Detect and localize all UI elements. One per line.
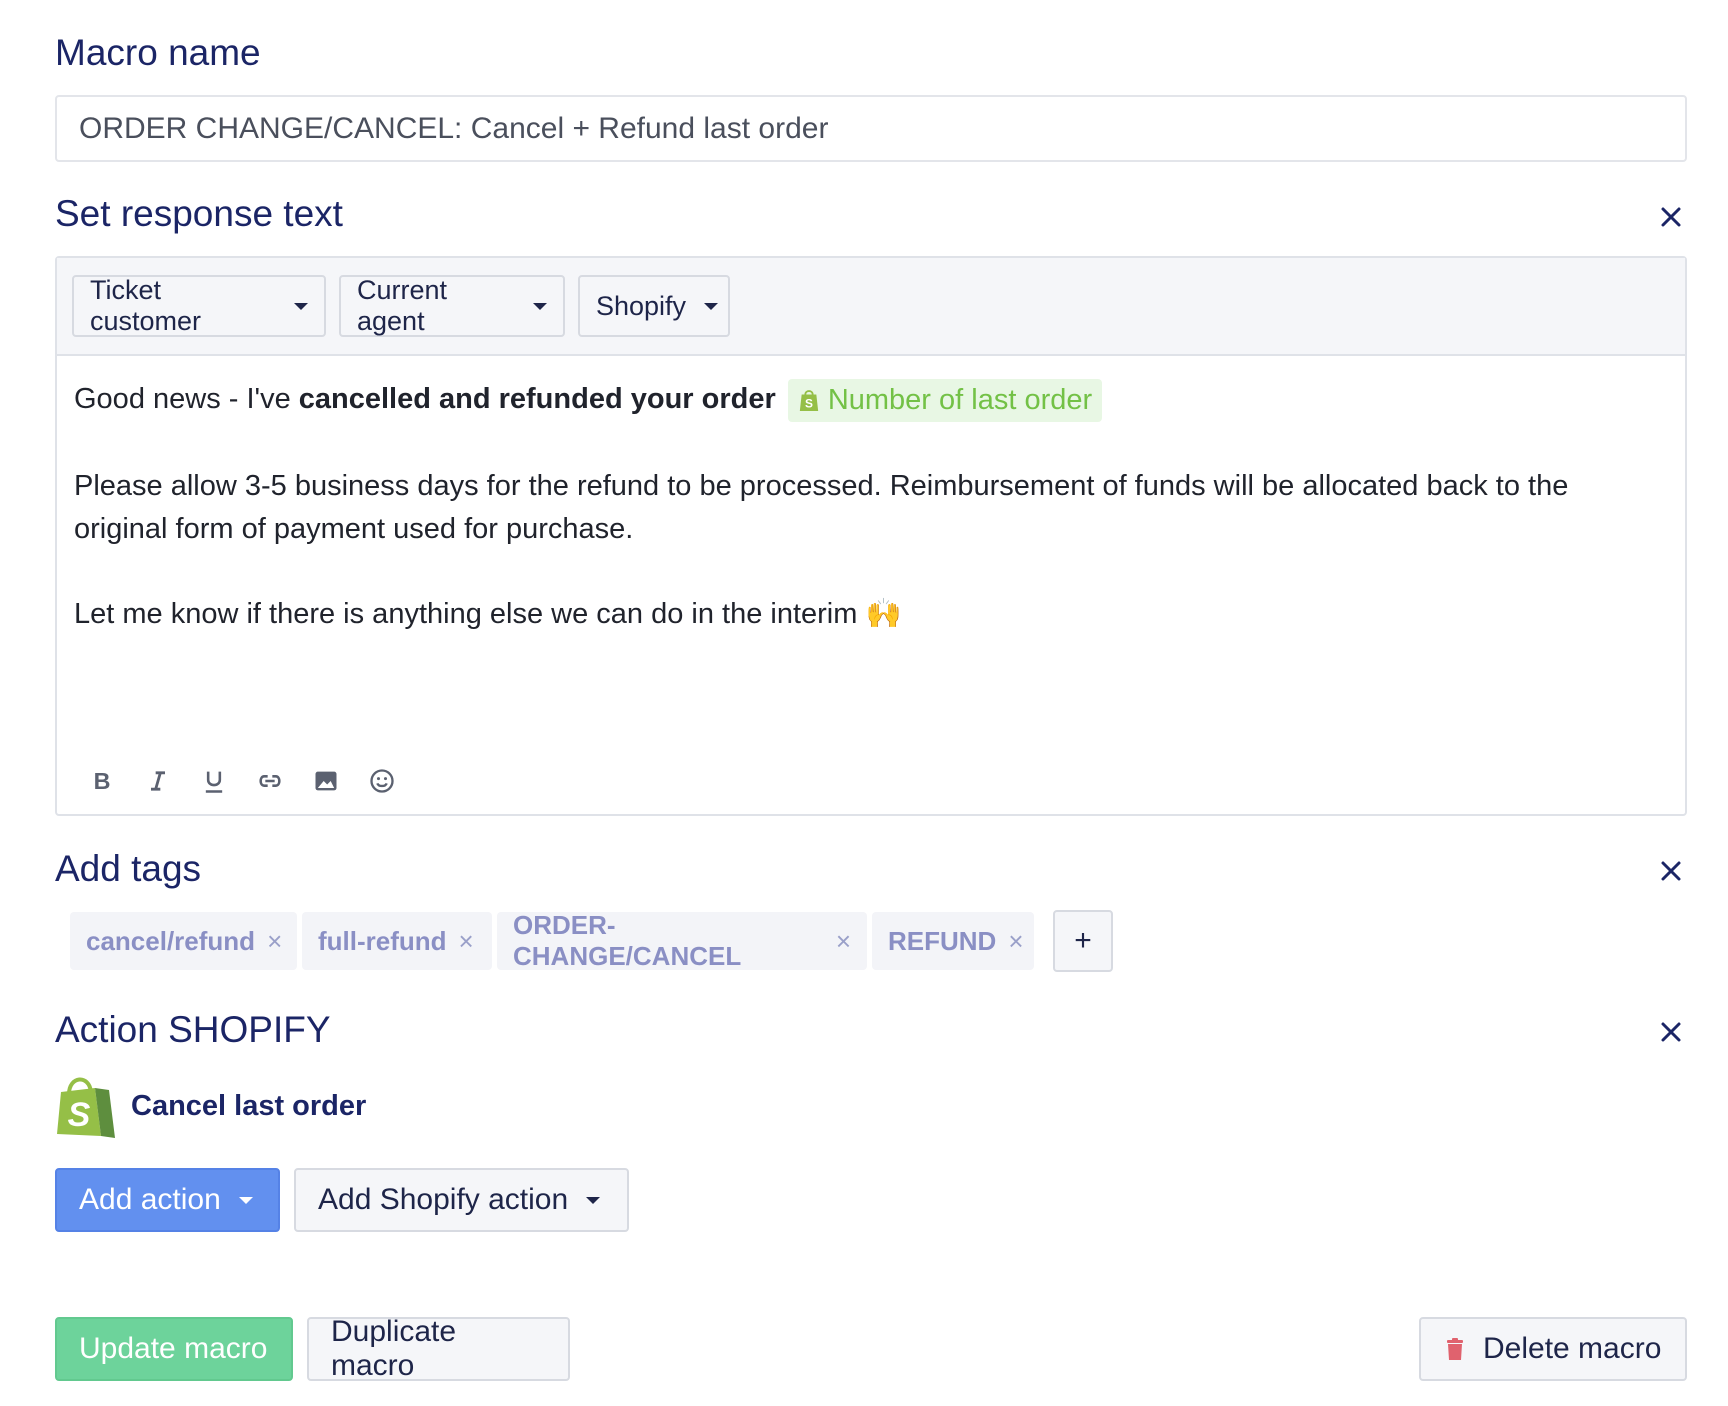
tag-label: full-refund — [318, 925, 447, 956]
close-tags-icon[interactable] — [1655, 855, 1687, 887]
response-line-1: Good news - I've cancelled and refunded … — [74, 378, 1664, 422]
tag-label: cancel/refund — [86, 925, 256, 956]
macro-name-heading: Macro name — [55, 32, 261, 73]
tag-chip[interactable]: ORDER-CHANGE/CANCEL × — [497, 910, 867, 971]
svg-text:B: B — [94, 768, 111, 794]
variables-toolbar: Ticket customer Current agent Shopify — [57, 258, 1685, 356]
duplicate-macro-button[interactable]: Duplicate macro — [307, 1315, 570, 1382]
current-agent-dropdown[interactable]: Current agent — [339, 275, 565, 337]
trash-icon — [1447, 1338, 1463, 1360]
shopify-bag-icon: S — [799, 390, 818, 412]
svg-text:S: S — [805, 397, 813, 411]
bold-icon[interactable]: B — [87, 766, 117, 796]
remove-tag-icon[interactable]: × — [1008, 926, 1023, 957]
shopify-variables-dropdown[interactable]: Shopify — [578, 275, 730, 337]
add-action-label: Add action — [79, 1183, 221, 1216]
shopify-logo-icon: S — [57, 1077, 115, 1138]
chevron-down-icon — [238, 1196, 253, 1204]
response-text-heading: Set response text — [55, 193, 343, 234]
tag-chip[interactable]: full-refund × — [302, 912, 492, 970]
paragraph-3-text: Let me know if there is anything else we… — [74, 597, 858, 630]
svg-text:S: S — [68, 1096, 91, 1134]
update-macro-button[interactable]: Update macro — [55, 1317, 293, 1381]
tag-chip[interactable]: cancel/refund × — [70, 912, 297, 970]
chevron-down-icon — [533, 302, 547, 310]
action-item-label: Cancel last order — [131, 1089, 367, 1122]
close-response-icon[interactable] — [1655, 201, 1687, 233]
tag-label: ORDER-CHANGE/CANCEL — [513, 910, 742, 971]
link-icon[interactable] — [255, 766, 285, 796]
formatting-toolbar: B — [87, 766, 397, 796]
delete-macro-button[interactable]: Delete macro — [1419, 1317, 1687, 1381]
variable-pill-label: Number of last order — [827, 383, 1093, 416]
shopify-variables-label: Shopify — [596, 290, 687, 321]
add-shopify-action-button[interactable]: Add Shopify action — [294, 1168, 629, 1232]
variable-pill[interactable]: S Number of last order — [787, 378, 1103, 422]
chevron-down-icon — [704, 302, 719, 310]
image-icon[interactable] — [311, 766, 341, 796]
tag-label: REFUND — [888, 925, 997, 956]
italic-icon[interactable] — [143, 766, 173, 796]
response-body[interactable]: Good news - I've cancelled and refunded … — [74, 378, 1664, 636]
ticket-customer-label: Ticket customer — [90, 275, 202, 336]
delete-macro-label: Delete macro — [1483, 1332, 1662, 1365]
macro-name-input[interactable] — [55, 95, 1687, 162]
action-heading: Action SHOPIFY — [55, 1009, 331, 1050]
remove-tag-icon[interactable]: × — [836, 926, 851, 957]
line1-bold-text: cancelled and refunded your order — [298, 383, 776, 415]
add-shopify-action-label: Add Shopify action — [318, 1183, 569, 1216]
remove-tag-icon[interactable]: × — [267, 926, 282, 957]
chevron-down-icon — [586, 1196, 601, 1204]
chevron-down-icon — [294, 302, 308, 310]
add-tag-button[interactable]: + — [1053, 910, 1113, 972]
response-editor: Ticket customer Current agent Shopify Go… — [55, 256, 1687, 816]
close-action-icon[interactable] — [1655, 1016, 1687, 1048]
underline-icon[interactable] — [199, 766, 229, 796]
response-paragraph-3: Let me know if there is anything else we… — [74, 593, 1664, 636]
tags-heading: Add tags — [55, 848, 202, 889]
emoji-icon[interactable] — [367, 766, 397, 796]
shopify-action-item: S Cancel last order — [55, 1072, 366, 1140]
raised-hands-emoji: 🙌 — [865, 597, 902, 630]
remove-tag-icon[interactable]: × — [459, 926, 474, 957]
tag-chip[interactable]: REFUND × — [872, 912, 1034, 970]
line1-text: Good news - I've — [74, 383, 299, 415]
ticket-customer-dropdown[interactable]: Ticket customer — [72, 275, 326, 337]
response-paragraph-2: Please allow 3-5 business days for the r… — [74, 469, 1569, 545]
current-agent-label: Current agent — [357, 275, 448, 336]
add-action-button[interactable]: Add action — [55, 1168, 280, 1232]
